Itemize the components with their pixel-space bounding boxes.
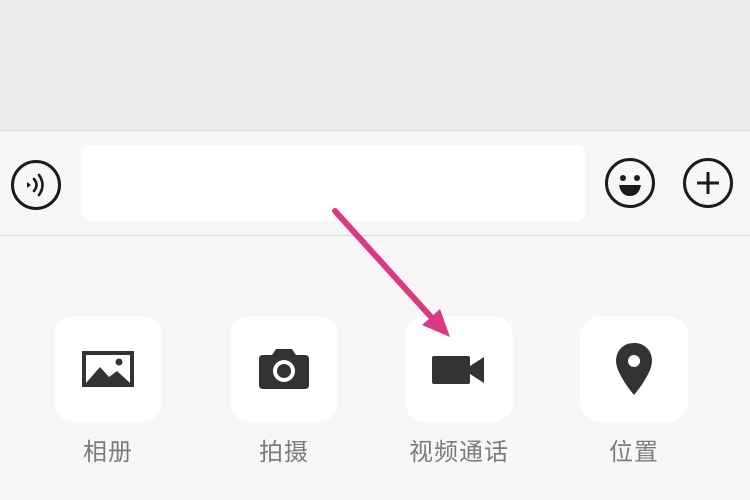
video-call-tile[interactable] <box>405 316 513 422</box>
location-label: 位置 <box>609 438 659 466</box>
message-text-input[interactable] <box>82 145 585 221</box>
shoot-tile[interactable] <box>230 316 338 422</box>
chat-input-bar <box>0 130 750 236</box>
action-shoot[interactable]: 拍摄 <box>230 316 338 466</box>
location-tile[interactable] <box>580 316 688 422</box>
more-actions-button[interactable] <box>683 158 733 208</box>
location-pin-icon <box>616 343 652 395</box>
voice-wave-icon <box>27 173 44 197</box>
camera-icon <box>259 349 309 389</box>
shoot-label: 拍摄 <box>259 438 309 466</box>
smiley-icon <box>619 175 641 196</box>
emoji-button[interactable] <box>605 158 655 208</box>
more-actions-panel: 相册 拍摄 视频通话 位置 <box>0 236 750 500</box>
photo-album-icon <box>82 351 134 387</box>
video-camera-icon <box>432 356 484 384</box>
album-label: 相册 <box>83 438 133 466</box>
album-tile[interactable] <box>54 316 162 422</box>
action-album[interactable]: 相册 <box>54 316 162 466</box>
action-video-call[interactable]: 视频通话 <box>405 316 513 466</box>
action-location[interactable]: 位置 <box>580 316 688 466</box>
chat-message-area <box>0 0 750 130</box>
video-call-label: 视频通话 <box>409 438 509 466</box>
voice-input-button[interactable] <box>11 160 61 210</box>
plus-icon <box>697 172 719 194</box>
